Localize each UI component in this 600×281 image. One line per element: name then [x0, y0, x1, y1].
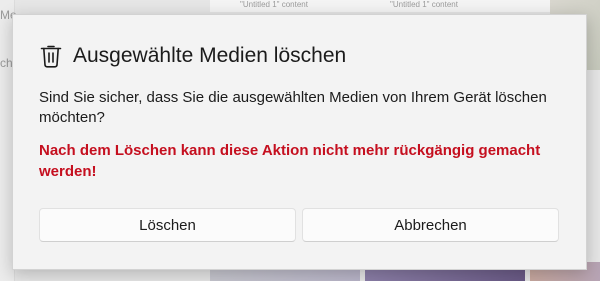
- dialog-header: Ausgewählte Medien löschen: [39, 43, 346, 69]
- dialog-warning: Nach dem Löschen kann diese Aktion nicht…: [39, 142, 541, 180]
- delete-media-dialog: Ausgewählte Medien löschen Sind Sie sich…: [12, 14, 587, 270]
- dialog-title: Ausgewählte Medien löschen: [73, 44, 347, 67]
- background-caption: "Untitled 1" content: [390, 0, 458, 9]
- background-thumbnail-strip: "Untitled 1" content "Untitled 1" conten…: [210, 0, 550, 12]
- background-sidebar-label: ch: [0, 56, 13, 70]
- delete-button[interactable]: Löschen: [39, 208, 296, 242]
- dialog-message: Sind Sie sicher, dass Sie die ausgewählt…: [39, 89, 547, 126]
- trash-icon: [39, 43, 63, 69]
- background-caption: "Untitled 1" content: [240, 0, 308, 9]
- cancel-button[interactable]: Abbrechen: [302, 208, 559, 242]
